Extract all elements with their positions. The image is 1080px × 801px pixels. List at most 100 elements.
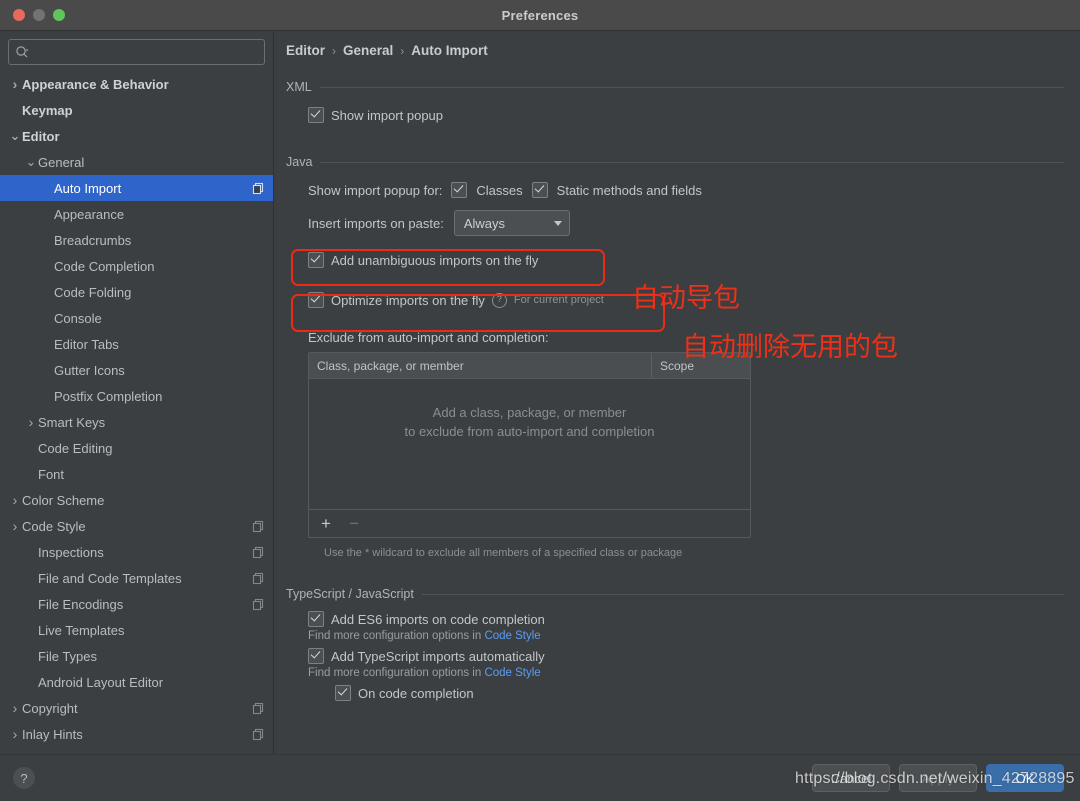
chevron-right-icon[interactable]: › [8,700,22,716]
sidebar-item-gutter-icons[interactable]: ›Gutter Icons [0,357,273,383]
ts-group-body: Add ES6 imports on code completion Find … [286,601,1064,704]
apply-button[interactable]: Apply [899,764,977,792]
chevron-right-icon[interactable]: › [8,726,22,742]
show-import-popup-for-row: Show import popup for: Classes Static me… [308,178,1064,202]
empty-line-1: Add a class, package, or member [432,405,627,420]
sidebar-item-inlay-hints[interactable]: › Inlay Hints [0,721,273,747]
sidebar-item-font[interactable]: ›Font [0,461,273,487]
sidebar-item-file-encodings[interactable]: ›File Encodings [0,591,273,617]
sidebar-item-keymap[interactable]: ›Keymap [0,97,273,123]
copy-settings-icon[interactable] [252,182,265,195]
breadcrumb: Editor › General › Auto Import [286,31,1064,66]
chevron-down-icon [553,220,562,226]
annotation-text-auto-remove: 自动删除无用的包 [682,332,898,363]
es6-hint: Find more configuration options in Code … [308,630,1064,642]
chevron-right-icon[interactable]: › [8,518,22,534]
ok-button[interactable]: OK [986,764,1064,792]
help-icon[interactable]: ? [491,292,507,308]
ts-hint: Find more configuration options in Code … [308,667,1064,679]
sidebar-item-label: General [38,154,85,170]
search-box[interactable] [8,39,265,65]
sidebar-item-editor[interactable]: ⌄ Editor [0,123,273,149]
search-input[interactable] [33,45,258,59]
sidebar-item-label: Color Scheme [22,492,105,508]
sidebar-item-editor-tabs[interactable]: ›Editor Tabs [0,331,273,357]
sidebar-item-label: Postfix Completion [54,388,163,404]
sidebar-item-breadcrumbs[interactable]: ›Breadcrumbs [0,227,273,253]
sidebar-item-color-scheme[interactable]: › Color Scheme [0,487,273,513]
es6-imports-checkbox[interactable] [308,611,324,627]
add-unambiguous-checkbox[interactable] [308,252,324,268]
xml-show-import-popup-checkbox[interactable] [308,107,324,123]
chevron-right-icon[interactable]: › [8,76,22,92]
sidebar-item-console[interactable]: ›Console [0,305,273,331]
sidebar-item-appearance[interactable]: ›Appearance [0,201,273,227]
minimize-window-icon[interactable] [33,9,45,21]
chevron-right-icon[interactable]: › [24,414,38,430]
es6-code-style-link[interactable]: Code Style [484,630,540,642]
on-code-completion-checkbox[interactable] [335,685,351,701]
sidebar-item-label: Android Layout Editor [38,674,164,690]
annotation-text-auto-import: 自动导包 [632,283,740,314]
sidebar-item-code-folding[interactable]: ›Code Folding [0,279,273,305]
sidebar-item-label: Appearance [54,206,125,222]
close-window-icon[interactable] [13,9,25,21]
insert-imports-select[interactable]: Always [453,210,570,236]
cancel-button[interactable]: Cancel [812,764,890,792]
java-group-title: Java [286,155,313,169]
es6-imports-row[interactable]: Add ES6 imports on code completion [308,608,1064,630]
copy-settings-icon[interactable] [252,598,265,611]
chevron-down-icon[interactable]: ⌄ [24,155,38,168]
sidebar-item-smart-keys[interactable]: › Smart Keys [0,409,273,435]
copy-settings-icon[interactable] [252,546,265,559]
optimize-imports-checkbox[interactable] [308,292,324,308]
exclude-table[interactable]: Class, package, or member Scope Add a cl… [308,352,751,538]
sidebar-item-code-style[interactable]: › Code Style [0,513,273,539]
settings-tree[interactable]: ›Appearance & Behavior›Keymap⌄Editor⌄Gen… [0,71,273,754]
search-icon [15,45,29,59]
add-exclude-button[interactable]: + [321,515,331,532]
ts-group-title: TypeScript / JavaScript [286,587,414,601]
insert-imports-row: Insert imports on paste: Always [308,210,1064,236]
column-header-class[interactable]: Class, package, or member [309,353,652,378]
exclude-table-empty-state: Add a class, package, or member to exclu… [309,379,750,509]
chevron-down-icon[interactable]: ⌄ [8,129,22,142]
maximize-window-icon[interactable] [53,9,65,21]
sidebar-item-appearance-behavior[interactable]: › Appearance & Behavior [0,71,273,97]
sidebar-item-code-editing[interactable]: ›Code Editing [0,435,273,461]
es6-hint-text: Find more configuration options in [308,630,485,642]
on-code-completion-row[interactable]: On code completion [308,682,1064,704]
group-divider [319,86,1064,88]
breadcrumb-editor[interactable]: Editor [286,43,325,58]
copy-settings-icon[interactable] [252,572,265,585]
chevron-right-icon[interactable]: › [8,492,22,508]
exclude-table-toolbar: + − [309,509,750,537]
sidebar-item-android-layout-editor[interactable]: ›Android Layout Editor [0,669,273,695]
sidebar-item-auto-import[interactable]: ›Auto Import [0,175,273,201]
sidebar-item-copyright[interactable]: › Copyright [0,695,273,721]
sidebar-item-label: Keymap [22,102,73,118]
ts-code-style-link[interactable]: Code Style [484,667,540,679]
sidebar-item-inspections[interactable]: ›Inspections [0,539,273,565]
sidebar-item-file-and-code-templates[interactable]: ›File and Code Templates [0,565,273,591]
sidebar-item-live-templates[interactable]: ›Live Templates [0,617,273,643]
static-methods-checkbox[interactable] [531,182,548,198]
copy-settings-icon[interactable] [252,702,265,715]
xml-show-import-popup-label: Show import popup [331,107,444,123]
add-unambiguous-row[interactable]: Add unambiguous imports on the fly [308,248,1064,272]
breadcrumb-general[interactable]: General [343,43,393,58]
ts-imports-checkbox[interactable] [308,648,324,664]
xml-group-header: XML [286,80,1064,94]
sidebar-item-file-types[interactable]: ›File Types [0,643,273,669]
ts-imports-row[interactable]: Add TypeScript imports automatically [308,645,1064,667]
sidebar-item-postfix-completion[interactable]: ›Postfix Completion [0,383,273,409]
xml-show-import-popup-row[interactable]: Show import popup [308,103,1064,127]
sidebar-item-label: File and Code Templates [38,570,182,586]
copy-settings-icon[interactable] [252,728,265,741]
classes-checkbox[interactable] [451,182,468,198]
help-button[interactable]: ? [13,767,35,789]
sidebar-item-code-completion[interactable]: ›Code Completion [0,253,273,279]
copy-settings-icon[interactable] [252,520,265,533]
sidebar-item-label: Live Templates [38,622,125,638]
sidebar-item-general[interactable]: ⌄ General [0,149,273,175]
